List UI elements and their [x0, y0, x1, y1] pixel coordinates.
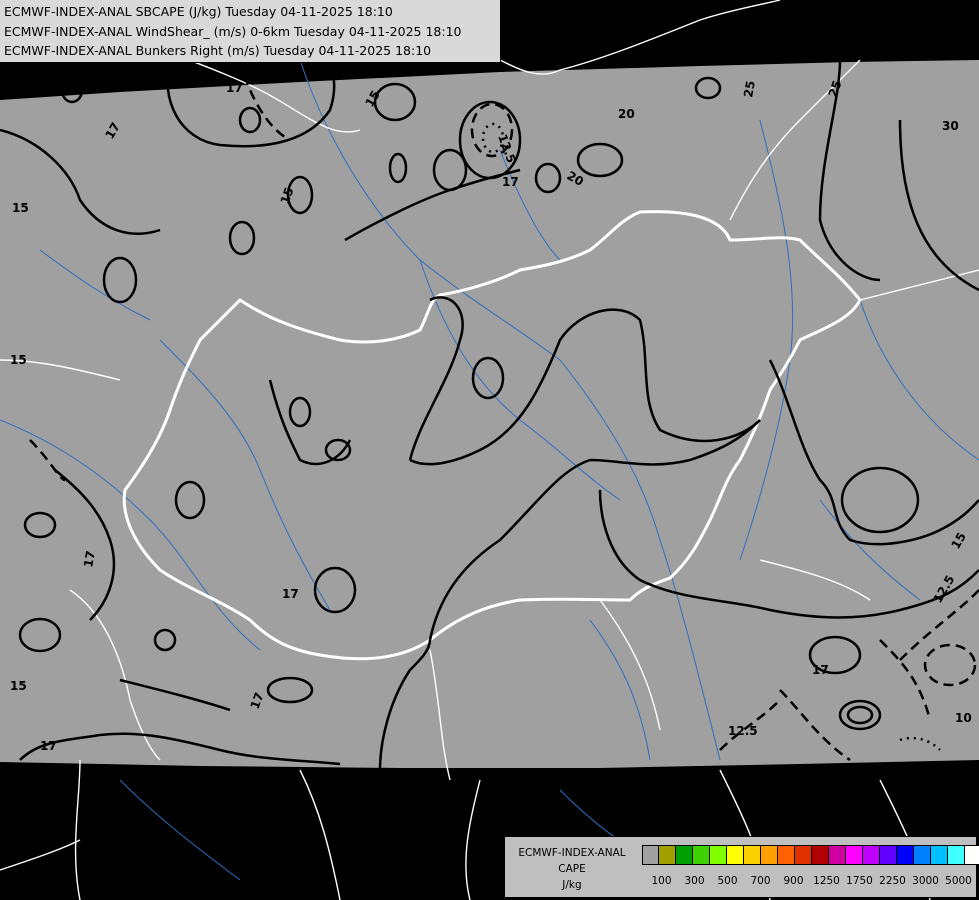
legend-swatch [778, 845, 795, 865]
legend-tick-label: 1750 [846, 875, 873, 887]
contour-label: 25 [741, 80, 758, 99]
contour-label: 17 [81, 550, 98, 569]
contour-label: 17 [282, 587, 299, 601]
legend-swatch [863, 845, 880, 865]
legend-swatch [642, 845, 659, 865]
contour-label: 17 [812, 663, 829, 677]
legend-swatch [880, 845, 897, 865]
legend-tick-label: 500 [717, 875, 738, 887]
legend-title-source: ECMWF-INDEX-ANAL [518, 847, 626, 859]
legend-title-units: J/kg [562, 879, 582, 891]
legend-tick-label: 5000 [945, 875, 972, 887]
contour-label: 15 [12, 201, 29, 215]
legend-swatch [795, 845, 812, 865]
contour-label: 17 [40, 739, 57, 753]
legend-tick-label: 900 [783, 875, 804, 887]
contour-label: 15 [10, 679, 27, 693]
legend-swatch [761, 845, 778, 865]
legend-swatch [931, 845, 948, 865]
legend-swatch [693, 845, 710, 865]
legend-tick-label: 300 [684, 875, 705, 887]
legend-swatch [812, 845, 829, 865]
color-legend: ECMWF-INDEX-ANAL CAPE J/kg 100 300 500 700 9… [504, 836, 979, 898]
legend-swatch [744, 845, 761, 865]
contour-label: 12.5 [728, 724, 758, 738]
legend-swatch [965, 845, 979, 865]
weather-map: 15 17 12.5 20 25 30 15 17 15 17 17 15 20… [0, 0, 979, 900]
legend-swatch [727, 845, 744, 865]
contour-label: 17 [226, 81, 243, 95]
legend-swatch [897, 845, 914, 865]
legend-tick-label: 100 [651, 875, 672, 887]
legend-title-field: CAPE [558, 863, 586, 875]
contour-label: 15 [10, 353, 27, 367]
header-line-windshear: ECMWF-INDEX-ANAL WindShear_ (m/s) 0-6km … [4, 24, 462, 39]
legend-swatch [659, 845, 676, 865]
header-line-cape: ECMWF-INDEX-ANAL SBCAPE (J/kg) Tuesday 0… [4, 4, 393, 19]
map-header: ECMWF-INDEX-ANAL SBCAPE (J/kg) Tuesday 0… [0, 0, 501, 63]
legend-tick-label: 1250 [813, 875, 840, 887]
legend-swatch [948, 845, 965, 865]
data-domain [0, 60, 979, 768]
legend-title: ECMWF-INDEX-ANAL CAPE J/kg [505, 845, 639, 893]
legend-swatches [642, 845, 979, 865]
legend-swatch [676, 845, 693, 865]
legend-swatch [914, 845, 931, 865]
legend-tick-label: 2250 [879, 875, 906, 887]
contour-label: 17 [502, 175, 519, 189]
legend-swatch [829, 845, 846, 865]
contour-label: 30 [942, 119, 959, 133]
legend-ticks: 100 300 500 700 900 1250 1750 2250 3000 5000 [642, 875, 972, 889]
legend-swatch [846, 845, 863, 865]
legend-swatch [710, 845, 727, 865]
header-line-bunkers: ECMWF-INDEX-ANAL Bunkers Right (m/s) Tue… [4, 43, 432, 58]
contour-label: 20 [618, 107, 635, 121]
contour-label: 10 [955, 711, 972, 725]
legend-tick-label: 3000 [912, 875, 939, 887]
legend-tick-label: 700 [750, 875, 771, 887]
